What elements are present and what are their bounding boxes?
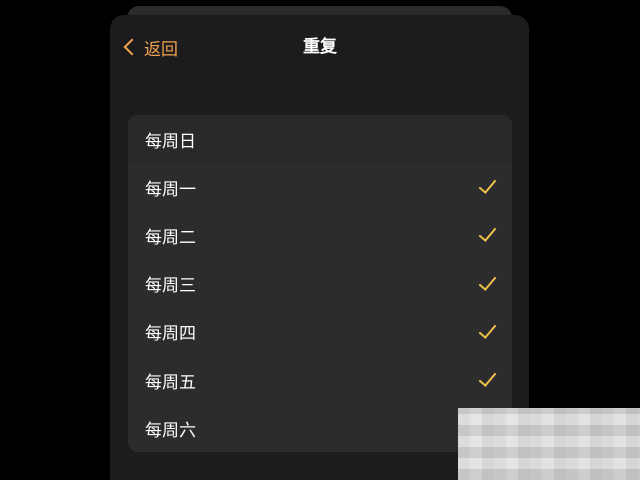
back-label: 返回 (144, 39, 178, 60)
day-label: 每周三 (145, 276, 196, 297)
day-row-thursday[interactable]: 每周四 (128, 308, 512, 356)
back-button[interactable]: 返回 (120, 34, 178, 60)
checkmark-icon (478, 271, 497, 291)
day-label: 每周四 (145, 324, 196, 345)
checkmark-icon (478, 223, 497, 243)
day-row-saturday[interactable]: 每周六 (128, 404, 512, 452)
day-label: 每周一 (145, 179, 196, 200)
screen: 返回 重复 每周日 每周一 每周二 每周三 每周四 每周五 每周六 (0, 0, 640, 480)
day-row-wednesday[interactable]: 每周三 (128, 260, 512, 308)
page-title: 重复 (303, 37, 337, 57)
day-list: 每周日 每周一 每周二 每周三 每周四 每周五 每周六 (128, 115, 512, 452)
day-label: 每周日 (145, 131, 196, 152)
day-row-sunday[interactable]: 每周日 (128, 115, 512, 164)
day-label: 每周二 (145, 227, 196, 248)
checkmark-icon (478, 319, 497, 339)
checkmark-icon (478, 175, 497, 195)
day-row-friday[interactable]: 每周五 (128, 356, 512, 404)
chevron-left-icon (123, 38, 141, 56)
day-label: 每周五 (145, 372, 196, 393)
day-row-tuesday[interactable]: 每周二 (128, 211, 512, 259)
day-row-monday[interactable]: 每周一 (128, 163, 512, 211)
day-label: 每周六 (145, 420, 196, 441)
watermark-blur (458, 408, 640, 480)
checkmark-icon (478, 368, 497, 387)
